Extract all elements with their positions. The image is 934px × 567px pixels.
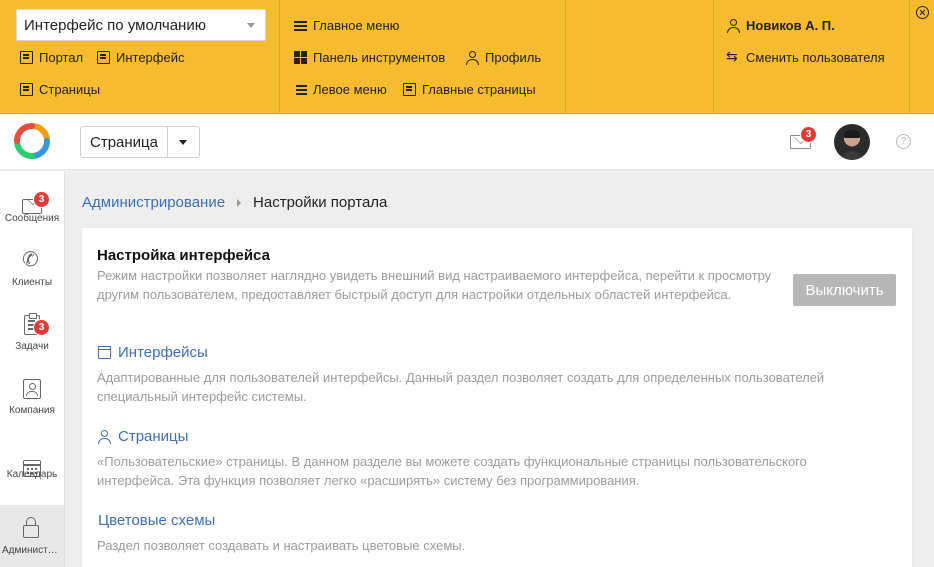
document-icon [20,51,33,64]
pages-link-label: Страницы [39,82,101,97]
toolbar-label: Панель инструментов [313,50,446,65]
main-menu-label: Главное меню [313,18,400,33]
document-icon [97,51,110,64]
user-icon [727,19,740,33]
pages-section-link[interactable]: Страницы [98,428,188,445]
interface-link-label: Интерфейс [116,50,185,65]
portal-link-label: Портал [39,50,84,65]
breadcrumb-parent[interactable]: Администрирование [82,194,225,211]
left-sidebar: 3 Сообщения Клиенты 3 Задачи Компания Ка… [0,171,65,567]
sidebar-item-messages[interactable]: 3 Сообщения [0,171,64,235]
interfaces-link-label: Интерфейсы [118,344,208,361]
chevron-down-icon [247,23,255,28]
pages-link[interactable]: Страницы [20,82,100,97]
left-menu-label: Левое меню [313,82,387,97]
sidebar-item-calendar[interactable]: Календарь [0,427,64,491]
list-icon [294,83,307,96]
interface-select-value: Интерфейс по умолчанию [24,16,206,34]
avatar[interactable] [834,124,870,160]
sidebar-item-tasks[interactable]: 3 Задачи [0,299,64,363]
messages-badge: 3 [33,191,50,208]
close-icon[interactable] [916,6,929,19]
pages-section-label: Страницы [118,428,189,445]
messages-button[interactable]: 3 [790,126,817,150]
main-pages-link[interactable]: Главные страницы [403,82,536,97]
admin-panel: Интерфейс по умолчанию Портал Интерфейс … [0,0,934,114]
main-menu-link[interactable]: Главное меню [294,18,399,33]
pages-description: «Пользовательские» страницы. В данном ра… [97,454,807,488]
disable-button[interactable]: Выключить [793,274,896,306]
settings-card: Настройка интерфейса Режим настройки поз… [82,228,912,567]
user-icon [466,51,479,65]
interface-link[interactable]: Интерфейс [97,50,184,65]
phone-icon [22,247,42,272]
window-icon [98,346,111,359]
toolbar-link[interactable]: Панель инструментов [294,50,445,65]
document-icon [403,83,416,96]
lock-icon [22,517,42,538]
page-select[interactable]: Страница [80,126,200,158]
admin-col-user: Новиков А. П. Сменить пользователя [714,0,910,114]
interfaces-link[interactable]: Интерфейсы [98,344,208,361]
current-user: Новиков А. П. [727,18,835,33]
color-schemes-link[interactable]: Цветовые схемы [98,512,215,529]
switch-user-label: Сменить пользователя [746,50,885,65]
breadcrumb-current: Настройки портала [253,194,388,211]
left-menu-link[interactable]: Левое меню [294,82,387,97]
sidebar-item-clients[interactable]: Клиенты [0,235,64,299]
profile-link[interactable]: Профиль [466,50,541,65]
sidebar-item-company[interactable]: Компания [0,363,64,427]
color-schemes-description: Раздел позволяет создавать и настраивать… [97,538,466,553]
page-select-value: Страница [81,127,169,157]
sidebar-item-label: Календарь [6,469,58,480]
admin-col-empty [566,0,714,114]
interface-select[interactable]: Интерфейс по умолчанию [16,9,266,41]
help-icon[interactable]: ? [896,134,911,149]
document-icon [20,83,33,96]
person-icon [98,430,111,444]
page-description: Режим настройки позволяет наглядно увиде… [97,268,772,302]
admin-col-settings: Главное меню Панель инструментов Профиль… [280,0,566,114]
breadcrumb: Администрирование Настройки портала [82,194,387,211]
menu-icon [294,19,307,32]
profile-label: Профиль [485,50,542,65]
sidebar-item-label: Компания [9,405,55,416]
switch-user-link[interactable]: Сменить пользователя [726,48,885,65]
app-header: Страница 3 ? [0,114,934,170]
chevron-down-icon[interactable] [168,127,199,157]
sidebar-item-label: Клиенты [11,277,53,288]
current-user-name: Новиков А. П. [746,18,835,33]
admin-col-portal: Интерфейс по умолчанию Портал Интерфейс … [0,0,280,114]
portal-link[interactable]: Портал [20,50,83,65]
swap-user-icon [726,48,740,65]
sidebar-item-administration[interactable]: Администрирование [0,505,64,567]
color-schemes-label: Цветовые схемы [98,512,216,529]
contact-card-icon [23,379,41,399]
interfaces-description: Адаптированные для пользователей интерфе… [97,370,825,404]
main-pages-label: Главные страницы [422,82,536,97]
sidebar-item-label: Сообщения [4,213,60,224]
sidebar-item-label: Задачи [15,341,49,352]
grid-icon [294,51,307,64]
app-logo[interactable] [13,122,51,160]
tasks-badge: 3 [33,319,50,336]
messages-badge: 3 [800,126,817,143]
sidebar-item-label: Администрирование [2,545,64,556]
page-title: Настройка интерфейса [97,247,270,264]
chevron-right-icon [237,198,242,207]
